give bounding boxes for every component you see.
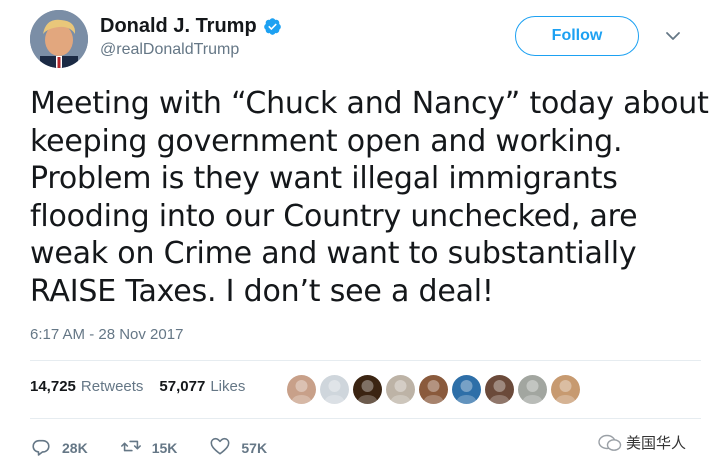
author-block: Donald J. Trump @realDonaldTrump [100,15,282,59]
reply-button[interactable]: 28K [30,435,88,460]
likes-label: Likes [210,378,246,395]
author-name[interactable]: Donald J. Trump [100,15,257,38]
liker-avatar[interactable] [518,375,547,404]
like-count: 57K [241,439,268,456]
liker-avatar[interactable] [386,375,415,404]
liker-avatar[interactable] [551,375,580,404]
like-button[interactable]: 57K [209,435,267,460]
profile-avatar[interactable] [30,10,88,68]
reply-icon [30,435,52,460]
liker-avatar[interactable] [353,375,382,404]
author-handle[interactable]: @realDonaldTrump [100,41,282,59]
tweet-text: Meeting with “Chuck and Nancy” today abo… [30,86,709,309]
liker-avatar[interactable] [419,375,448,404]
likes-stat[interactable]: 57,077 Likes [159,378,245,395]
chevron-down-icon[interactable] [661,24,685,48]
liker-avatar[interactable] [452,375,481,404]
retweets-count: 14,725 [30,378,76,395]
retweet-count: 15K [151,439,178,456]
liker-avatar[interactable] [287,375,316,404]
retweet-icon [120,435,142,460]
retweets-stat[interactable]: 14,725 Retweets [30,378,143,395]
liker-avatar[interactable] [320,375,349,404]
likes-count: 57,077 [159,378,206,395]
tweet-header: Donald J. Trump @realDonaldTrump Follow [30,10,697,70]
follow-button[interactable]: Follow [515,16,639,56]
tweet-timestamp[interactable]: 6:17 AM - 28 Nov 2017 [30,326,183,343]
divider [30,360,701,361]
liker-avatar[interactable] [485,375,514,404]
wechat-icon [598,434,622,452]
watermark: 美国华人 [598,432,686,453]
divider [30,418,701,419]
engagement-stats: 14,725 Retweets 57,077 Likes [30,378,245,395]
reply-count: 28K [62,439,88,456]
retweet-button[interactable]: 15K [120,435,178,460]
watermark-text: 美国华人 [626,435,687,452]
heart-icon [209,435,231,460]
verified-badge-icon [263,17,282,36]
tweet-actions: 28K 15K 57K [30,435,267,460]
liker-avatars [287,375,580,404]
retweets-label: Retweets [80,378,144,395]
